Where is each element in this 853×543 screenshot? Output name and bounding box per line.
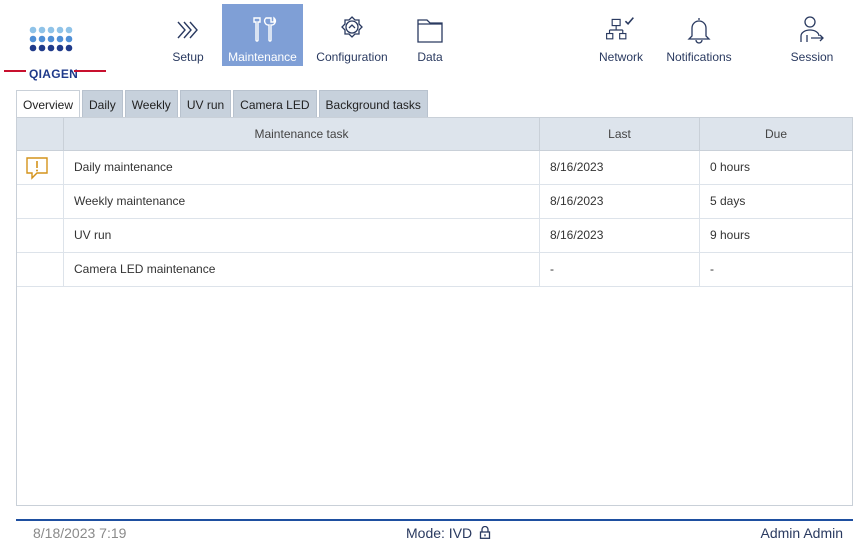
last-date: 8/16/2023 — [540, 185, 700, 218]
table-row[interactable]: Camera LED maintenance - - — [17, 253, 852, 287]
nav-network-label: Network — [598, 50, 643, 64]
task-name: Daily maintenance — [64, 151, 540, 184]
header-maintenance-task[interactable]: Maintenance task — [64, 118, 540, 150]
header-last[interactable]: Last — [540, 118, 700, 150]
nav-session-label: Session — [790, 50, 834, 64]
task-name: Weekly maintenance — [64, 185, 540, 218]
last-date: - — [540, 253, 700, 286]
tab-overview[interactable]: Overview — [16, 90, 81, 118]
row-status-cell — [17, 253, 64, 286]
notifications-icon — [684, 15, 714, 45]
row-status-cell — [17, 185, 64, 218]
task-name: UV run — [64, 219, 540, 252]
tab-weekly[interactable]: Weekly — [124, 90, 178, 118]
tab-uv-run[interactable]: UV run — [179, 90, 232, 118]
lock-icon — [479, 525, 491, 539]
nav-maintenance[interactable]: Maintenance — [222, 4, 303, 66]
table-header: Maintenance task Last Due — [17, 118, 852, 151]
table-row[interactable]: Daily maintenance 8/16/2023 0 hours — [17, 151, 852, 185]
header-status — [17, 118, 64, 150]
row-status-cell — [17, 151, 64, 184]
row-status-cell — [17, 219, 64, 252]
last-date: 8/16/2023 — [540, 219, 700, 252]
nav-configuration-label: Configuration — [316, 50, 388, 64]
task-name: Camera LED maintenance — [64, 253, 540, 286]
nav-configuration[interactable]: Configuration — [310, 4, 394, 66]
footer-mode: Mode: IVD — [406, 525, 491, 541]
mode-label: Mode: IVD — [406, 525, 473, 541]
tab-background-tasks[interactable]: Background tasks — [318, 90, 428, 118]
maintenance-overview-table: Maintenance task Last Due Daily maintena… — [16, 117, 853, 506]
nav-data-label: Data — [417, 50, 443, 64]
nav-notifications[interactable]: Notifications — [655, 4, 743, 66]
due-value: - — [710, 262, 714, 276]
due-value: 9 hours — [710, 228, 751, 242]
nav-data[interactable]: Data — [408, 4, 452, 66]
nav-session[interactable]: Session — [784, 4, 840, 66]
status-bar: 8/18/2023 7:19 Mode: IVD Admin Admin — [0, 523, 853, 543]
top-navigation-bar: QIAGEN Setup Maintenance Configuration D… — [0, 0, 853, 81]
session-icon — [797, 15, 827, 45]
network-icon — [606, 15, 636, 45]
logo-red-line-right — [74, 70, 106, 72]
footer-divider — [16, 519, 853, 521]
qiagen-logo: QIAGEN — [4, 14, 106, 81]
table-row[interactable]: UV run 8/16/2023 9 hours — [17, 219, 852, 253]
nav-setup-label: Setup — [172, 50, 204, 64]
tab-daily[interactable]: Daily — [82, 90, 123, 118]
tab-camera-led[interactable]: Camera LED — [233, 90, 317, 118]
logo-wordmark: QIAGEN — [29, 67, 79, 81]
footer-user[interactable]: Admin Admin — [761, 525, 843, 541]
nav-setup[interactable]: Setup — [163, 4, 213, 66]
maintenance-tabs: Overview Daily Weekly UV run Camera LED … — [16, 90, 430, 118]
configuration-icon — [337, 15, 367, 45]
setup-icon — [173, 15, 203, 45]
due-value: 5 days — [710, 194, 746, 208]
nav-maintenance-label: Maintenance — [228, 50, 297, 64]
warning-icon — [26, 157, 48, 180]
nav-notifications-label: Notifications — [666, 50, 732, 64]
header-due[interactable]: Due — [700, 118, 852, 150]
logo-red-line-left — [4, 70, 26, 72]
qiagen-logo-dots — [29, 26, 73, 52]
table-row[interactable]: Weekly maintenance 8/16/2023 5 days — [17, 185, 852, 219]
footer-datetime: 8/18/2023 7:19 — [33, 525, 127, 541]
last-date: 8/16/2023 — [540, 151, 700, 184]
due-value: 0 hours — [710, 160, 751, 174]
nav-network[interactable]: Network — [592, 4, 650, 66]
maintenance-icon — [248, 15, 278, 45]
data-icon — [415, 15, 445, 45]
